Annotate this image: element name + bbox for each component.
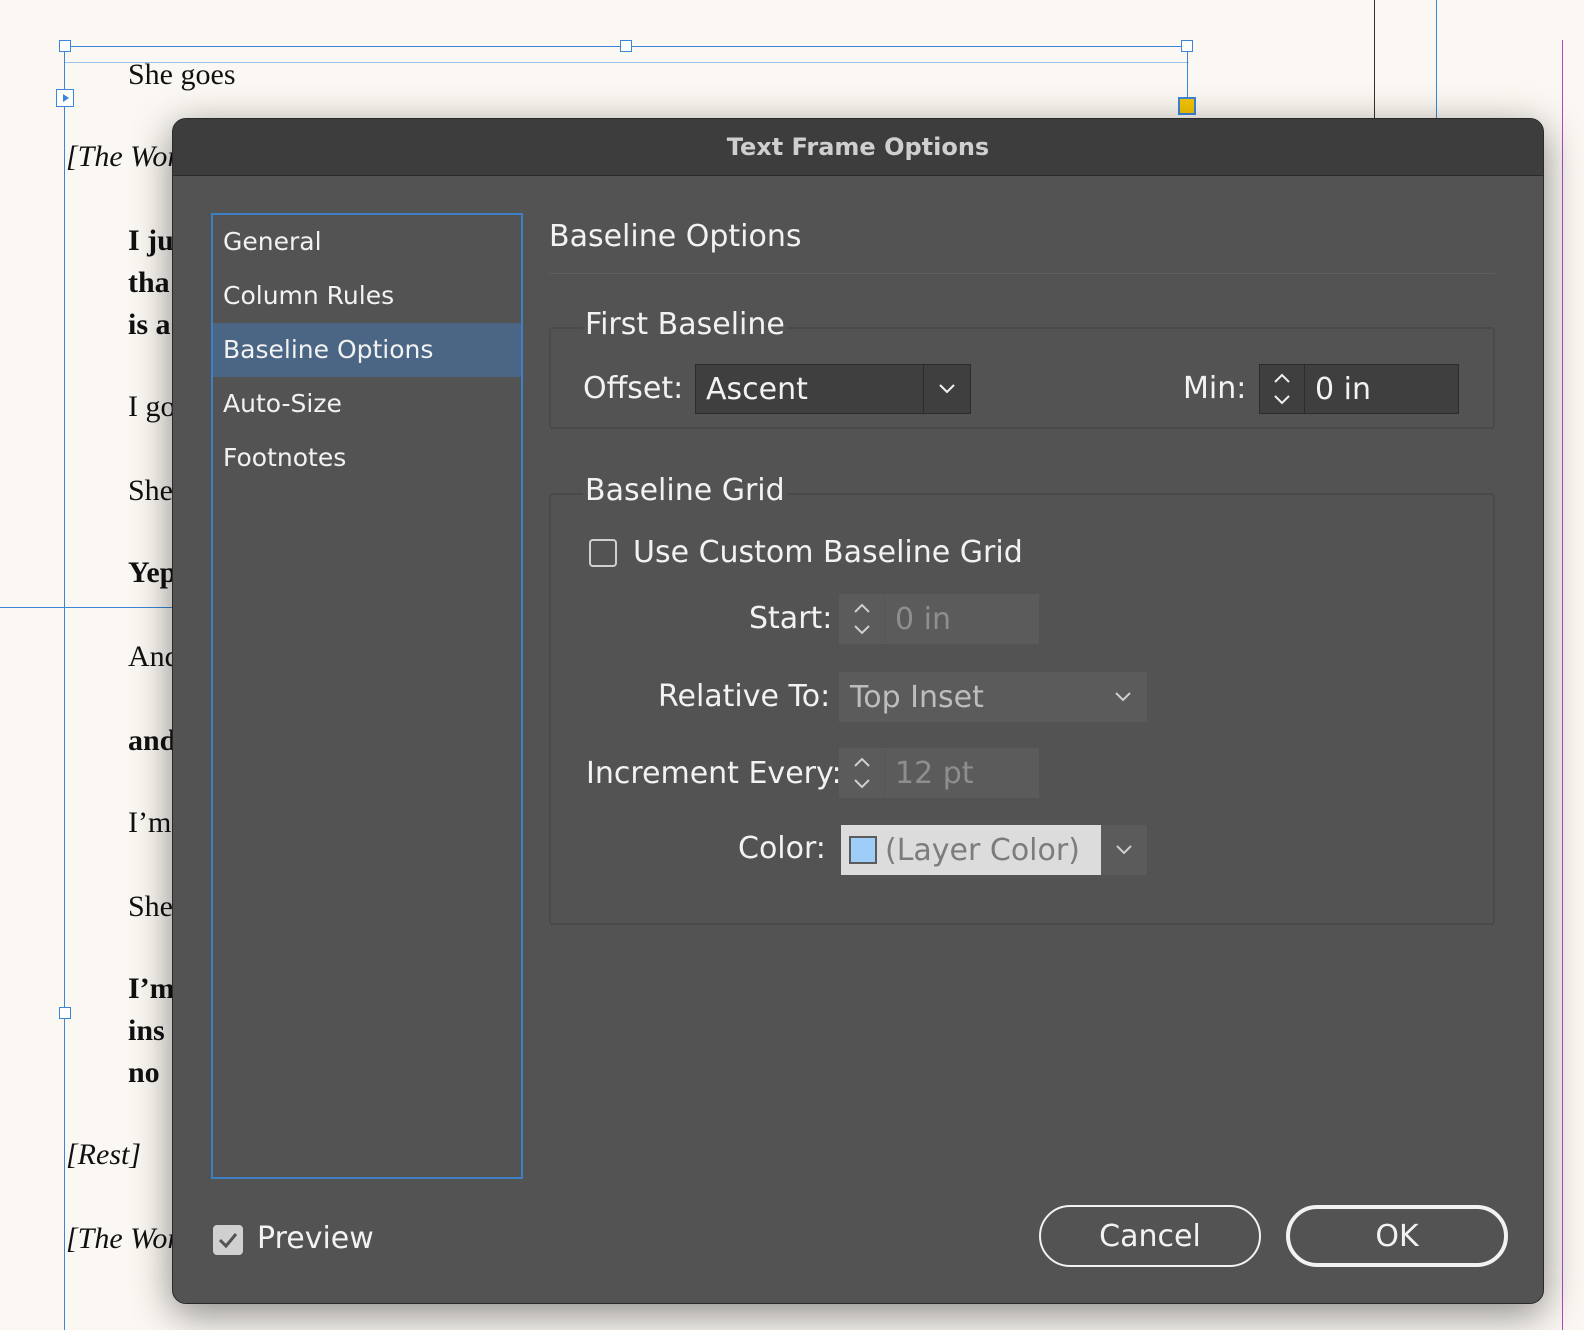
- start-stepper[interactable]: 0 in: [839, 594, 1039, 644]
- doc-line: I’m: [128, 972, 175, 1005]
- nav-item-baseline-options[interactable]: Baseline Options: [213, 323, 521, 377]
- chevron-down-icon: [923, 365, 970, 413]
- min-label: Min:: [1183, 371, 1247, 406]
- color-swatch: [849, 836, 877, 864]
- column-guide: [1436, 0, 1437, 120]
- relative-to-value: Top Inset: [850, 679, 984, 715]
- min-value: 0 in: [1315, 371, 1371, 407]
- start-label: Start:: [749, 601, 833, 636]
- nav-item-footnotes[interactable]: Footnotes: [213, 431, 521, 485]
- color-value-box: (Layer Color): [841, 825, 1101, 875]
- frame-handle-top-left[interactable]: [59, 40, 71, 52]
- live-corner-handle[interactable]: [1178, 97, 1196, 115]
- preview-label[interactable]: Preview: [257, 1221, 374, 1256]
- cancel-button[interactable]: Cancel: [1039, 1205, 1261, 1267]
- first-baseline-title: First Baseline: [583, 307, 787, 342]
- doc-line: ins: [128, 1014, 165, 1047]
- text-frame-options-dialog: Text Frame Options General Column Rules …: [172, 118, 1544, 1304]
- category-list: General Column Rules Baseline Options Au…: [211, 213, 523, 1179]
- section-divider: [549, 273, 1495, 274]
- doc-line: [The Wor: [66, 1222, 180, 1255]
- chevron-down-icon: [1100, 673, 1146, 721]
- frame-handle-top-right[interactable]: [1181, 40, 1193, 52]
- bleed-guide: [1562, 40, 1563, 1330]
- stepper-arrows-icon[interactable]: [1260, 365, 1305, 413]
- dialog-title: Text Frame Options: [726, 133, 990, 161]
- offset-dropdown[interactable]: Ascent: [695, 364, 971, 414]
- color-dropdown[interactable]: (Layer Color): [841, 825, 1147, 875]
- relative-to-label: Relative To:: [658, 679, 831, 714]
- nav-item-auto-size[interactable]: Auto-Size: [213, 377, 521, 431]
- nav-item-general[interactable]: General: [213, 215, 521, 269]
- doc-line: [The Wor: [66, 140, 180, 173]
- doc-line: [Rest]: [66, 1138, 141, 1171]
- offset-value: Ascent: [706, 371, 808, 407]
- frame-handle-mid-left[interactable]: [59, 1007, 71, 1019]
- nav-item-column-rules[interactable]: Column Rules: [213, 269, 521, 323]
- increment-every-stepper[interactable]: 12 pt: [839, 748, 1039, 798]
- doc-line: Yep: [128, 556, 177, 589]
- doc-line: She: [128, 890, 173, 923]
- increment-every-label: Increment Every:: [586, 756, 842, 791]
- doc-line: She goes: [128, 58, 236, 91]
- chevron-down-icon: [1101, 825, 1147, 875]
- doc-line: tha: [128, 266, 170, 299]
- stepper-arrows-icon: [840, 595, 885, 643]
- preview-checkbox[interactable]: [213, 1225, 243, 1255]
- min-stepper[interactable]: 0 in: [1259, 364, 1459, 414]
- doc-line: She: [128, 474, 173, 507]
- increment-every-value: 12 pt: [895, 755, 974, 791]
- start-value: 0 in: [895, 601, 951, 637]
- doc-line: I’m: [128, 806, 172, 839]
- relative-to-dropdown[interactable]: Top Inset: [839, 672, 1147, 722]
- dialog-titlebar[interactable]: Text Frame Options: [173, 119, 1543, 176]
- ok-button[interactable]: OK: [1286, 1205, 1508, 1267]
- doc-line: is a: [128, 308, 171, 341]
- section-title: Baseline Options: [549, 219, 802, 254]
- checkmark-icon: [218, 1233, 238, 1249]
- offset-label: Offset:: [583, 371, 684, 406]
- margin-guide-h: [0, 607, 180, 608]
- color-value: (Layer Color): [885, 832, 1080, 868]
- frame-left-edge: [64, 46, 65, 1330]
- color-label: Color:: [738, 831, 826, 866]
- page-edge: [1374, 0, 1375, 120]
- frame-handle-top-center[interactable]: [620, 40, 632, 52]
- doc-line: no: [128, 1056, 160, 1089]
- stepper-arrows-icon: [840, 749, 885, 797]
- doc-line: I ju: [128, 224, 174, 257]
- baseline-grid-title: Baseline Grid: [583, 473, 787, 508]
- use-custom-baseline-grid-checkbox[interactable]: [589, 539, 617, 567]
- doc-line: and: [128, 724, 177, 757]
- doc-line: I go: [128, 390, 176, 423]
- text-in-port-icon[interactable]: [56, 89, 74, 107]
- use-custom-baseline-grid-label[interactable]: Use Custom Baseline Grid: [633, 535, 1023, 570]
